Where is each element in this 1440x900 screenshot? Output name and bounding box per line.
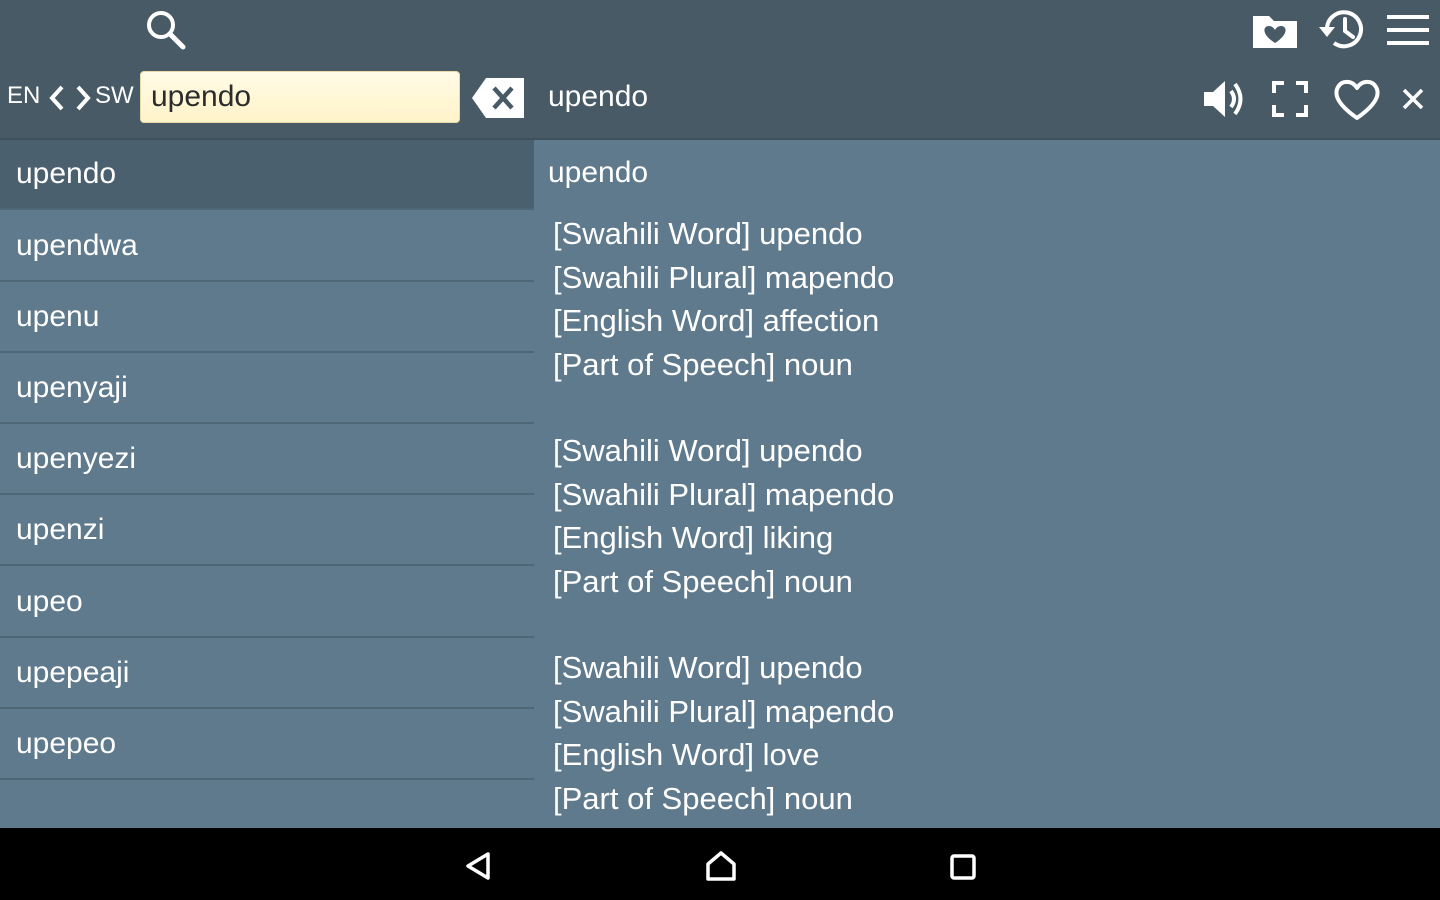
swap-right-arrow-icon[interactable] bbox=[72, 82, 94, 114]
close-icon[interactable] bbox=[1398, 84, 1428, 114]
list-item[interactable]: upenyezi bbox=[0, 425, 534, 495]
definition-entry: [Swahili Word] upendo [Swahili Plural] m… bbox=[553, 646, 894, 820]
top-toolbar bbox=[0, 0, 1440, 58]
menu-icon[interactable] bbox=[1384, 10, 1432, 50]
swahili-plural-line: [Swahili Plural] mapendo bbox=[553, 259, 895, 295]
swahili-plural-line: [Swahili Plural] mapendo bbox=[553, 693, 895, 729]
history-icon[interactable] bbox=[1316, 6, 1370, 54]
favorites-folder-icon[interactable] bbox=[1250, 8, 1300, 52]
list-item-label: upepeaji bbox=[16, 656, 130, 689]
fullscreen-icon[interactable] bbox=[1268, 78, 1312, 120]
list-item[interactable]: upenyaji bbox=[0, 354, 534, 424]
definition-entry: [Swahili Word] upendo [Swahili Plural] m… bbox=[553, 212, 894, 386]
english-word-line: [English Word] love bbox=[553, 737, 820, 772]
list-item[interactable]: upeo bbox=[0, 568, 534, 638]
list-item[interactable]: upepeaji bbox=[0, 639, 534, 709]
part-of-speech-line: [Part of Speech] noun bbox=[553, 780, 853, 816]
swahili-word-line: [Swahili Word] upendo bbox=[553, 433, 863, 468]
back-icon[interactable] bbox=[460, 848, 496, 884]
speaker-icon[interactable] bbox=[1198, 76, 1250, 122]
dictionary-app: EN SW upendo upendo upendo upendwa upenu… bbox=[0, 0, 1440, 900]
list-item-label: upendwa bbox=[16, 229, 138, 262]
list-item-label: upepeo bbox=[16, 727, 117, 760]
definition-pane: upendo [Swahili Word] upendo [Swahili Pl… bbox=[534, 140, 1440, 828]
search-input[interactable] bbox=[140, 71, 460, 123]
list-item[interactable]: upepeo bbox=[0, 710, 534, 780]
swahili-word-line: [Swahili Word] upendo bbox=[553, 650, 863, 685]
list-item[interactable]: upenzi bbox=[0, 496, 534, 566]
source-language-label: EN bbox=[7, 82, 41, 109]
swap-left-arrow-icon[interactable] bbox=[46, 82, 68, 114]
english-word-line: [English Word] liking bbox=[553, 520, 834, 555]
definition-title: upendo bbox=[548, 156, 649, 189]
swahili-plural-line: [Swahili Plural] mapendo bbox=[553, 476, 895, 512]
list-item[interactable]: upendwa bbox=[0, 212, 534, 282]
definition-entry: [Swahili Word] upendo [Swahili Plural] m… bbox=[553, 429, 894, 603]
english-word-line: [English Word] affection bbox=[553, 303, 880, 338]
list-item[interactable]: upenu bbox=[0, 283, 534, 353]
list-item-label: upenyaji bbox=[16, 371, 128, 404]
recents-icon[interactable] bbox=[946, 850, 980, 884]
list-item-label: upeo bbox=[16, 585, 83, 618]
search-icon[interactable] bbox=[140, 6, 190, 52]
part-of-speech-line: [Part of Speech] noun bbox=[553, 346, 853, 382]
list-item-label: upenyezi bbox=[16, 442, 137, 475]
clear-input-icon[interactable] bbox=[470, 75, 526, 121]
heart-icon[interactable] bbox=[1330, 74, 1384, 124]
home-icon[interactable] bbox=[702, 847, 740, 885]
part-of-speech-line: [Part of Speech] noun bbox=[553, 563, 853, 599]
swahili-word-line: [Swahili Word] upendo bbox=[553, 216, 863, 251]
list-item-label: upenzi bbox=[16, 513, 105, 546]
list-item-selected[interactable]: upendo bbox=[0, 140, 534, 210]
header-word: upendo bbox=[548, 80, 649, 113]
target-language-label: SW bbox=[95, 82, 134, 109]
list-item-label: upenu bbox=[16, 300, 100, 333]
list-item-label: upendo bbox=[16, 157, 117, 190]
word-list: upendo upendwa upenu upenyaji upenyezi u… bbox=[0, 140, 534, 828]
